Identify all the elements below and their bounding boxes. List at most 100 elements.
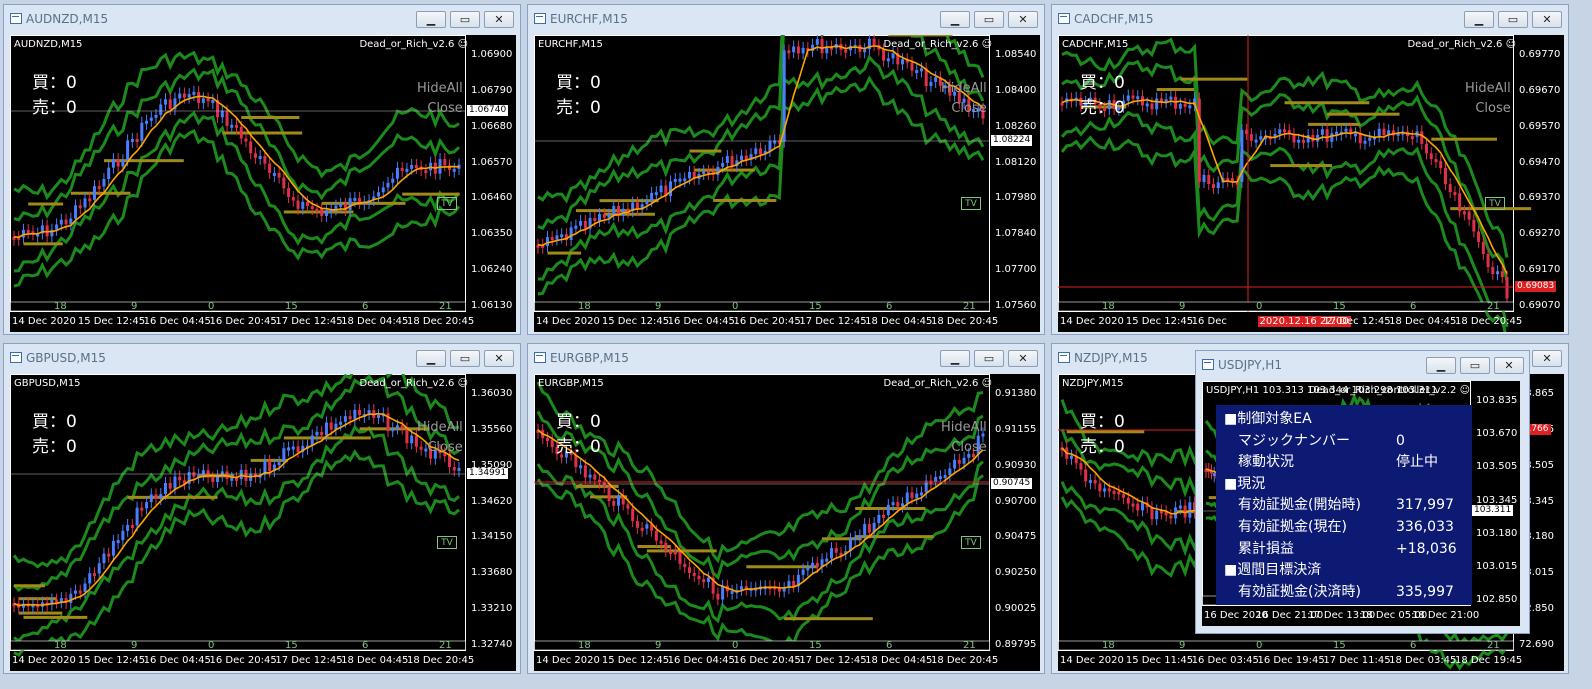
- maximize-icon: ▭: [1507, 13, 1519, 26]
- date-axis-label: 14 Dec 2020: [536, 316, 600, 327]
- hour-axis-label: 18: [54, 640, 67, 651]
- window-titlebar[interactable]: GBPUSD,M15 ▁ ▭ ✕: [4, 344, 520, 372]
- minimize-icon: ▁: [1474, 13, 1484, 26]
- current-price-box: 0.90745: [991, 478, 1033, 489]
- close-button[interactable]: ✕: [1008, 11, 1038, 28]
- maximize-icon: ▭: [1469, 359, 1481, 372]
- ea-name-text: Dead_or_Rich_v2.6: [359, 378, 455, 389]
- tv-button[interactable]: TV: [1485, 197, 1505, 210]
- window-titlebar[interactable]: EURCHF,M15 ▁ ▭ ✕: [528, 5, 1044, 33]
- chart-window-eurgbp[interactable]: EURGBP,M15 ▁ ▭ ✕ 0.91380 0.91155 0.90930 0.9070…: [527, 343, 1045, 674]
- minimize-button[interactable]: ▁: [1426, 357, 1456, 374]
- chart-window-eurchf[interactable]: EURCHF,M15 ▁ ▭ ✕ 1.08540 1.08400 1.08260 1.0812…: [527, 4, 1045, 335]
- close-button[interactable]: ✕: [484, 11, 514, 28]
- candle-body: [211, 477, 215, 482]
- candle-body: [291, 197, 295, 201]
- minimize-button[interactable]: ▁: [1464, 11, 1494, 28]
- tv-button[interactable]: TV: [961, 536, 981, 549]
- candle-body: [687, 567, 691, 573]
- maximize-button[interactable]: ▭: [974, 11, 1004, 28]
- candle-body: [602, 214, 606, 218]
- maximize-button[interactable]: ▭: [450, 350, 480, 367]
- maximize-button[interactable]: ▭: [974, 350, 1004, 367]
- chart-window-usdjpy[interactable]: USDJPY,H1 ▁ ▭ ✕ 103.835 103.670 103.505 103.345…: [1195, 350, 1530, 634]
- current-price-box: 1.06740: [467, 105, 509, 116]
- minimize-button[interactable]: ▁: [940, 11, 970, 28]
- panel-row-label: ■制御対象EA: [1224, 411, 1312, 427]
- close-all-button[interactable]: Close: [417, 438, 462, 458]
- price-axis-label: 103.505: [1476, 461, 1518, 473]
- hide-close-controls: HideAll Close: [1465, 79, 1511, 119]
- date-axis-label: 14 Dec 2020: [536, 655, 600, 666]
- window-titlebar[interactable]: AUDNZD,M15 ▁ ▭ ✕: [4, 5, 520, 33]
- panel-row-label: 稼動状況: [1238, 454, 1294, 471]
- chart-area[interactable]: 1.08540 1.08400 1.08260 1.08120 1.07980 1.078…: [534, 35, 1040, 332]
- hide-all-button[interactable]: HideAll: [941, 79, 987, 99]
- chart-window-audnzd[interactable]: AUDNZD,M15 ▁ ▭ ✕ 1.06900 1.06790 1.06680 1.0657…: [3, 4, 521, 335]
- hide-all-button[interactable]: HideAll: [417, 418, 463, 438]
- ea-name-text: Dead_or_Rich_v2.6: [883, 378, 979, 389]
- price-axis-label: 1.08540: [995, 49, 1037, 60]
- tv-button[interactable]: TV: [437, 197, 457, 210]
- candle-body: [116, 159, 120, 167]
- candle-body: [1197, 98, 1201, 183]
- close-button[interactable]: ✕: [1494, 357, 1524, 374]
- position-counter: 買：0 売：0: [1080, 71, 1125, 121]
- candle-body: [83, 198, 87, 208]
- candle-body: [287, 188, 291, 198]
- maximize-button[interactable]: ▭: [450, 11, 480, 28]
- current-price-box: 0.69083: [1515, 281, 1557, 292]
- chart-area[interactable]: 0.69770 0.69670 0.69570 0.69470 0.69370 0.692…: [1058, 35, 1564, 332]
- close-button[interactable]: ✕: [1008, 350, 1038, 367]
- close-all-button[interactable]: Close: [941, 438, 986, 458]
- window-title: EURGBP,M15: [550, 351, 629, 365]
- hour-axis-label: 6: [886, 301, 893, 312]
- candle-body: [583, 221, 587, 229]
- tv-button[interactable]: TV: [437, 536, 457, 549]
- candle-body: [815, 39, 819, 45]
- close-all-button[interactable]: Close: [941, 99, 986, 119]
- window-titlebar[interactable]: EURGBP,M15 ▁ ▭ ✕: [528, 344, 1044, 372]
- close-all-button[interactable]: Close: [417, 99, 462, 119]
- close-all-button[interactable]: Close: [1465, 99, 1510, 119]
- maximize-button[interactable]: ▭: [1460, 357, 1490, 374]
- date-axis-label: 17 Dec 12:45: [1323, 316, 1391, 327]
- hide-all-button[interactable]: HideAll: [417, 79, 463, 99]
- hour-strip: [534, 640, 990, 651]
- panel-row-label: 累計損益: [1238, 540, 1294, 557]
- hour-axis-label: 6: [1410, 301, 1417, 312]
- level-line: [1327, 112, 1400, 116]
- hide-all-button[interactable]: HideAll: [941, 418, 987, 438]
- panel-row-value: 335,997: [1396, 583, 1454, 600]
- candle-body: [801, 569, 805, 575]
- smiley-icon: ☺: [1502, 39, 1516, 50]
- chart-area[interactable]: 103.835 103.670 103.505 103.345 103.180 103.0…: [1202, 381, 1520, 626]
- candle-body: [1301, 139, 1305, 143]
- candle-body: [555, 235, 559, 240]
- window-titlebar[interactable]: CADCHF,M15 ▁ ▭ ✕: [1052, 5, 1568, 33]
- candle-body: [1084, 469, 1088, 482]
- hour-axis-label: 21: [439, 301, 452, 312]
- window-titlebar[interactable]: USDJPY,H1 ▁ ▭ ✕: [1196, 351, 1529, 379]
- chart-area[interactable]: 1.36030 1.35560 1.35090 1.34620 1.34150 1.336…: [10, 374, 516, 671]
- minimize-button[interactable]: ▁: [940, 350, 970, 367]
- chart-window-cadchf[interactable]: CADCHF,M15 ▁ ▭ ✕ 0.69770 0.69670 0.69570 0.6947…: [1051, 4, 1569, 335]
- close-button[interactable]: ✕: [1532, 11, 1562, 28]
- candle-body: [348, 198, 352, 210]
- candle-body: [683, 178, 687, 182]
- minimize-button[interactable]: ▁: [416, 11, 446, 28]
- candle-body: [102, 553, 106, 564]
- minimize-button[interactable]: ▁: [416, 350, 446, 367]
- close-button[interactable]: ✕: [484, 350, 514, 367]
- chart-area[interactable]: 1.06900 1.06790 1.06680 1.06570 1.06460 1.063…: [10, 35, 516, 332]
- close-button[interactable]: ✕: [1532, 350, 1562, 367]
- price-axis-label: 1.06130: [471, 300, 513, 311]
- candle-body: [1434, 159, 1438, 163]
- hide-all-button[interactable]: HideAll: [1465, 79, 1511, 99]
- chart-window-gbpusd[interactable]: GBPUSD,M15 ▁ ▭ ✕ 1.36030 1.35560 1.35090 1.3462…: [3, 343, 521, 674]
- chart-area[interactable]: 0.91380 0.91155 0.90930 0.90700 0.90475 0.902…: [534, 374, 1040, 671]
- tv-button[interactable]: TV: [961, 197, 981, 210]
- maximize-button[interactable]: ▭: [1498, 11, 1528, 28]
- candle-body: [168, 99, 172, 110]
- candle-body: [386, 182, 390, 188]
